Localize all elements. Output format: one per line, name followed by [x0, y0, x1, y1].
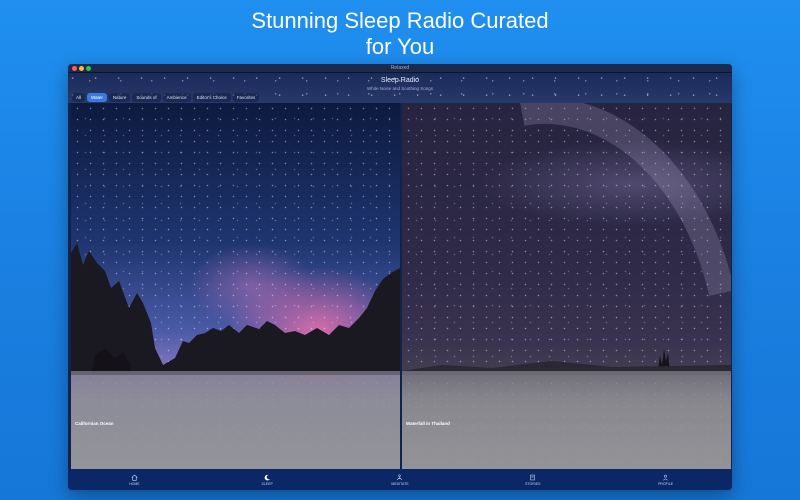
bottom-nav: HOME SLEEP MEDITATE STORIES PROFILE	[68, 469, 732, 490]
page-subtitle: White Noise and Soothing Songs	[366, 86, 434, 91]
nav-stories-label: STORIES	[525, 481, 541, 486]
radio-grid: Californian Ocean Waterfall in Thailand	[68, 103, 732, 469]
radio-card[interactable]: Californian Ocean	[71, 103, 400, 469]
card-mist-overlay	[402, 371, 731, 469]
tab-ambience[interactable]: Ambience	[162, 93, 191, 102]
tab-nature[interactable]: Nature	[108, 93, 131, 102]
card-title: Waterfall in Thailand	[406, 421, 450, 426]
card-mist-overlay	[71, 371, 400, 469]
nav-profile-label: PROFILE	[658, 481, 674, 486]
radio-card[interactable]: Waterfall in Thailand	[402, 103, 731, 469]
nav-meditate-label: MEDITATE	[391, 481, 409, 486]
nav-sleep[interactable]: SLEEP	[247, 474, 287, 486]
person-icon	[663, 474, 668, 480]
nav-home[interactable]: HOME	[114, 474, 154, 486]
moon-icon	[264, 474, 270, 480]
promo-headline-line1: Stunning Sleep Radio Curated	[251, 8, 549, 33]
card-title: Californian Ocean	[75, 421, 114, 426]
app-window: Relaxed Sleep Radio White Noise and Soot…	[68, 64, 732, 490]
tab-editors-choice[interactable]: Editor's Choice	[192, 93, 231, 102]
home-icon	[131, 474, 138, 481]
tab-all[interactable]: All	[72, 93, 86, 102]
window-titlebar: Relaxed	[68, 64, 732, 73]
tab-sounds-of[interactable]: Sounds of	[132, 93, 161, 102]
nav-sleep-label: SLEEP	[261, 481, 273, 486]
nav-home-label: HOME	[129, 481, 140, 486]
nav-stories[interactable]: STORIES	[513, 474, 553, 486]
promo-headline: Stunning Sleep Radio Curated for You	[0, 8, 800, 60]
book-icon	[530, 474, 536, 480]
tab-favorites[interactable]: Favorites	[232, 93, 260, 102]
page-title: Sleep Radio	[380, 77, 420, 84]
window-title: Relaxed	[390, 65, 410, 71]
tab-water[interactable]: Water	[87, 93, 107, 102]
nav-meditate[interactable]: MEDITATE	[380, 474, 420, 486]
nav-profile[interactable]: PROFILE	[646, 474, 686, 486]
promo-headline-line2: for You	[365, 34, 435, 59]
meditate-icon	[397, 474, 403, 480]
category-tabs: All Water Nature Sounds of Ambience Edit…	[72, 93, 260, 102]
